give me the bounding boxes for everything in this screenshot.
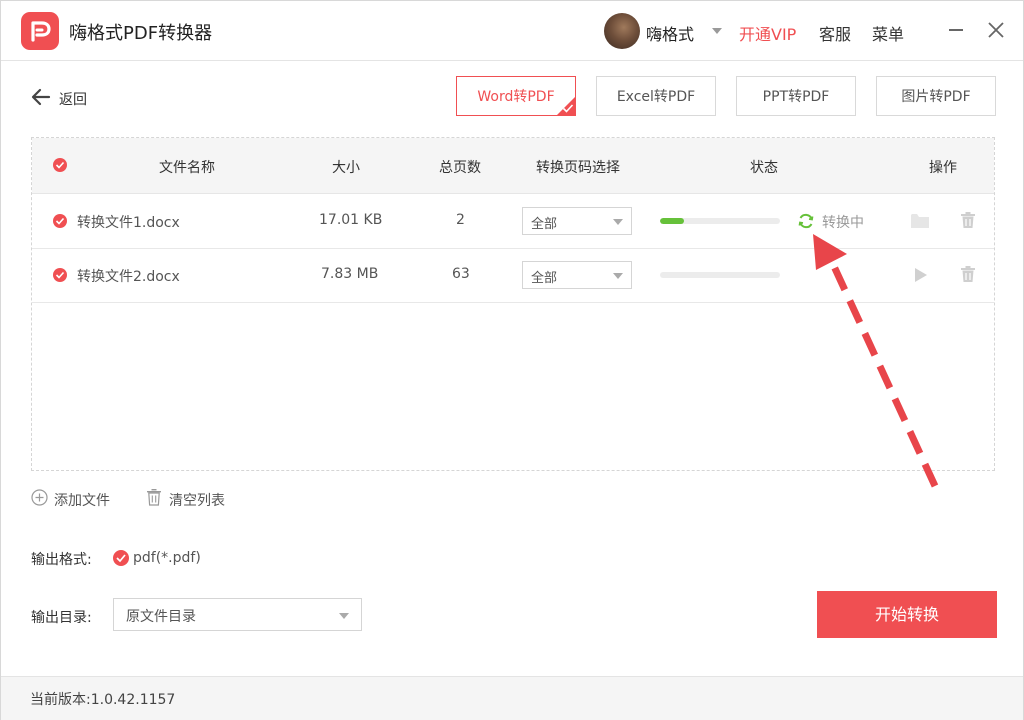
minimize-button[interactable] [949,29,963,31]
close-icon [988,22,1004,38]
header-pages: 总页数 [439,160,481,176]
file-size: 17.01 KB [319,212,383,228]
user-avatar[interactable] [604,13,640,49]
header-status: 状态 [750,160,778,176]
output-dir-label: 输出目录: [31,610,92,626]
trash-icon[interactable] [960,265,976,283]
output-dir-select[interactable]: 原文件目录 [113,598,362,631]
check-icon [55,271,65,279]
back-button[interactable] [31,87,51,107]
trash-icon[interactable] [960,211,976,229]
output-dir-value: 原文件目录 [126,609,196,625]
row-checkbox[interactable] [53,214,67,228]
arrow-left-icon [31,88,51,106]
tab-label: PPT转PDF [762,89,830,105]
add-file-button[interactable]: 添加文件 [54,490,110,510]
tab-excel-to-pdf[interactable]: Excel转PDF [596,76,716,116]
table-header: 文件名称 大小 总页数 转换页码选择 状态 操作 [32,138,994,194]
chevron-down-icon [613,219,623,225]
check-icon [562,104,574,113]
check-icon [116,554,126,563]
chevron-down-icon [613,273,623,279]
page-range-select[interactable]: 全部 [522,261,632,289]
clear-list-button[interactable]: 清空列表 [169,490,225,510]
back-label[interactable]: 返回 [59,89,87,109]
progress-bar [660,272,780,278]
header-page-range: 转换页码选择 [536,160,620,176]
close-button[interactable] [987,21,1005,39]
vip-link[interactable]: 开通VIP [739,21,796,45]
file-table: 文件名称 大小 总页数 转换页码选择 状态 操作 转换文件1.docx 17.0… [31,137,995,471]
add-circle-icon[interactable] [31,489,48,506]
header-size: 大小 [332,160,360,176]
tab-word-to-pdf[interactable]: Word转PDF [456,76,576,116]
page-count: 2 [456,212,465,228]
chevron-down-icon [339,613,349,619]
file-name: 转换文件1.docx [77,215,180,231]
header-actions: 操作 [929,160,957,176]
menu-link[interactable]: 菜单 [872,21,904,45]
progress-fill [660,218,684,224]
tab-ppt-to-pdf[interactable]: PPT转PDF [736,76,856,116]
page-range-value: 全部 [531,217,558,232]
page-range-value: 全部 [531,271,558,286]
header-file-name: 文件名称 [159,160,215,176]
output-format-value: pdf(*.pdf) [133,550,201,566]
select-all-checkbox[interactable] [53,158,67,172]
version-text: 当前版本:1.0.42.1157 [30,692,176,708]
output-format-label: 输出格式: [31,552,92,568]
check-icon [55,161,65,169]
start-convert-button[interactable]: 开始转换 [817,591,997,638]
tab-label: 图片转PDF [901,89,971,105]
check-icon [55,217,65,225]
page-range-select[interactable]: 全部 [522,207,632,235]
play-icon[interactable] [914,267,928,283]
app-logo-icon [21,12,59,50]
format-radio[interactable] [113,550,129,566]
folder-icon[interactable] [910,212,930,229]
tab-label: Word转PDF [477,89,555,105]
username[interactable]: 嗨格式 [646,21,694,45]
row-checkbox[interactable] [53,268,67,282]
chevron-down-icon[interactable] [712,28,722,34]
refresh-icon [798,213,814,229]
tab-label: Excel转PDF [616,89,696,105]
trash-icon[interactable] [146,488,162,506]
progress-bar [660,218,780,224]
file-name: 转换文件2.docx [77,269,180,285]
app-title: 嗨格式PDF转换器 [69,23,213,44]
file-size: 7.83 MB [321,266,379,282]
title-bar: 嗨格式PDF转换器 嗨格式 开通VIP 客服 菜单 [1,1,1023,61]
footer: 当前版本:1.0.42.1157 [1,676,1023,720]
table-row: 转换文件1.docx 17.01 KB 2 全部 转换中 [32,194,994,249]
status-text: 转换中 [822,215,864,231]
page-count: 63 [452,266,470,282]
table-row: 转换文件2.docx 7.83 MB 63 全部 [32,248,994,303]
tab-image-to-pdf[interactable]: 图片转PDF [876,76,996,116]
service-link[interactable]: 客服 [819,21,851,45]
app-window: 嗨格式PDF转换器 嗨格式 开通VIP 客服 菜单 返回 Word转PDF Ex… [0,0,1024,720]
